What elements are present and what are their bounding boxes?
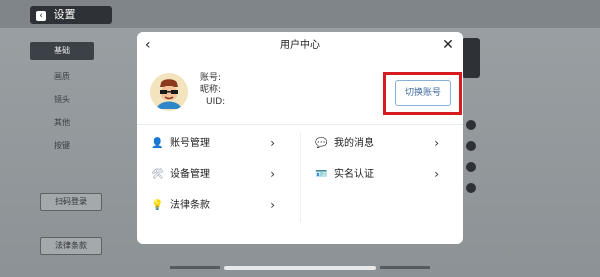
settings-title: 设置: [53, 8, 76, 21]
menu-item-label: 法律条款: [170, 200, 210, 211]
message-icon: 💬: [315, 138, 328, 149]
menu-item-account-management[interactable]: 👤 账号管理 ›: [137, 130, 287, 160]
sidebar-item-label: 镜头: [54, 95, 70, 104]
bottom-strip: [170, 266, 220, 269]
menu-item-label: 设备管理: [170, 169, 210, 180]
sidebar-item-camera[interactable]: 镜头: [30, 91, 94, 109]
menu-item-real-name-auth[interactable]: 🪪 实名认证 ›: [301, 161, 451, 191]
user-icon: 👤: [151, 138, 164, 149]
nickname-label: 昵称:: [200, 85, 222, 95]
id-card-icon: 🪪: [315, 169, 328, 180]
legal-terms-side-button[interactable]: 法律条款: [40, 237, 102, 255]
chevron-right-icon: ›: [270, 198, 275, 212]
sidebar-item-label: 其他: [54, 118, 70, 127]
menu-item-label: 我的消息: [334, 138, 374, 149]
menu-item-my-messages[interactable]: 💬 我的消息 ›: [301, 130, 451, 160]
right-arrow-icon[interactable]: [466, 141, 476, 151]
sidebar-item-quality[interactable]: 画质: [30, 68, 94, 86]
uid-label: UID:: [206, 97, 226, 107]
home-indicator[interactable]: [224, 266, 376, 270]
avatar: [150, 73, 188, 111]
avatar-illustration: [150, 73, 188, 111]
highlight-box: [383, 72, 462, 115]
close-icon[interactable]: ✕: [441, 38, 455, 52]
right-arrow-icon[interactable]: [466, 120, 476, 130]
chevron-left-icon: ‹: [36, 11, 46, 21]
right-arrow-icon[interactable]: [466, 183, 476, 193]
right-panel-fragment: [462, 38, 480, 78]
account-label: 账号:: [200, 73, 222, 83]
menu-item-legal-terms[interactable]: 💡 法律条款 ›: [137, 192, 287, 222]
sidebar-item-label: 基础: [54, 46, 70, 55]
right-arrow-icon[interactable]: [466, 162, 476, 172]
bottom-strip: [380, 266, 430, 269]
sidebar-item-keys[interactable]: 按键: [30, 137, 94, 155]
modal-title: 用户中心: [280, 40, 320, 51]
sidebar-item-label: 画质: [54, 72, 70, 81]
sidebar-item-basic[interactable]: 基础: [30, 42, 94, 60]
settings-back-button[interactable]: ‹ 设置: [30, 6, 112, 24]
sidebar-item-other[interactable]: 其他: [30, 114, 94, 132]
sidebar-item-label: 按键: [54, 141, 70, 150]
chevron-left-icon[interactable]: ‹: [145, 38, 159, 52]
chevron-right-icon: ›: [270, 167, 275, 181]
chevron-right-icon: ›: [434, 167, 439, 181]
tools-icon: 🛠: [151, 169, 164, 180]
account-info: 账号: 昵称: UID:: [200, 72, 225, 108]
chevron-right-icon: ›: [434, 136, 439, 150]
divider: [137, 124, 463, 125]
user-center-modal: 用户中心 ‹ ✕ 账号: 昵称: UID: 切换账号 👤 账号管理 › 💬 我的: [137, 32, 463, 244]
chevron-right-icon: ›: [270, 136, 275, 150]
menu-item-device-management[interactable]: 🛠 设备管理 ›: [137, 161, 287, 191]
menu-item-label: 实名认证: [334, 169, 374, 180]
lightbulb-icon: 💡: [151, 200, 164, 211]
menu-item-label: 账号管理: [170, 138, 210, 149]
scan-login-button[interactable]: 扫码登录: [40, 193, 102, 211]
